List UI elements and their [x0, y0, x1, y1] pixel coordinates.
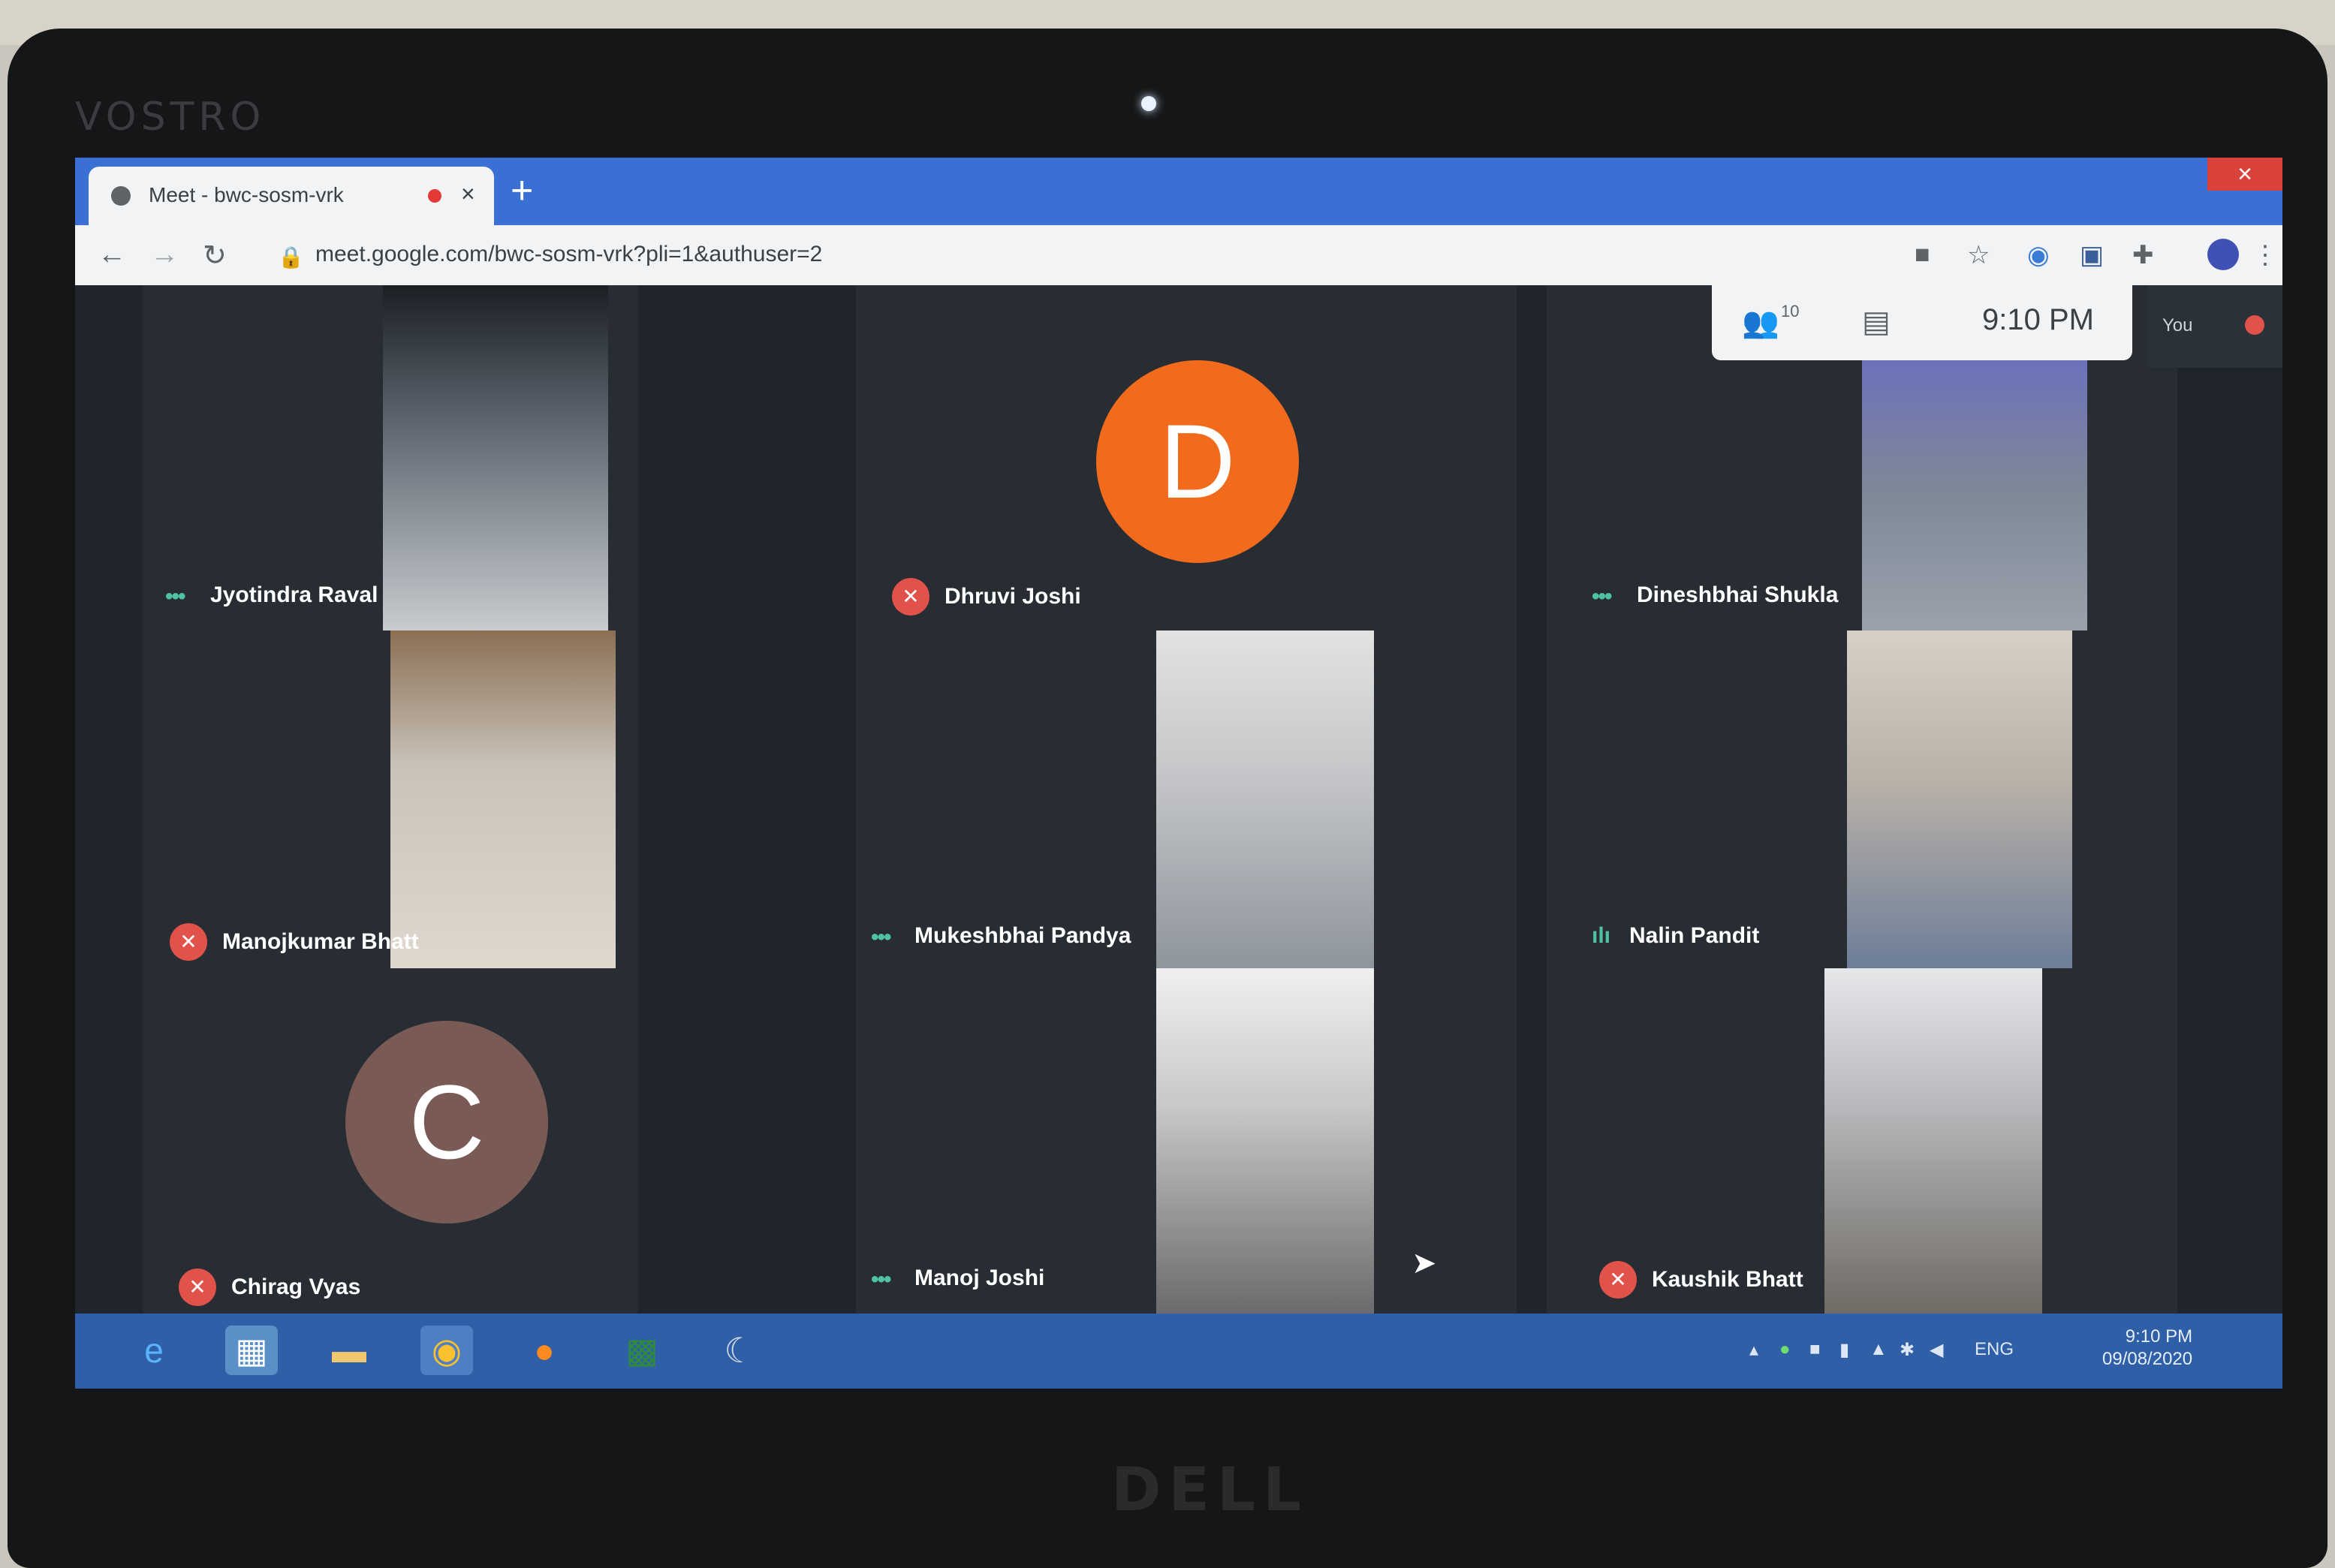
- tray-app-icon[interactable]: ●: [1779, 1339, 1791, 1360]
- mic-off-icon: [2245, 315, 2264, 335]
- mic-off-icon: ✕: [170, 923, 207, 961]
- chrome-icon[interactable]: ◉: [420, 1326, 473, 1375]
- participant-tile[interactable]: D ✕ Dhruvi Joshi: [856, 285, 1517, 631]
- participant-name: Chirag Vyas: [231, 1275, 361, 1299]
- app-icon[interactable]: ☾: [713, 1326, 766, 1375]
- participant-name: Dhruvi Joshi: [945, 584, 1081, 609]
- participant-name: Jyotindra Raval: [210, 582, 378, 607]
- excel-icon[interactable]: ▩: [616, 1326, 668, 1375]
- tab-close-icon[interactable]: ×: [461, 180, 475, 208]
- participant-video: [390, 631, 616, 968]
- speaking-bars-icon: ılı: [1592, 923, 1611, 948]
- participant-tile[interactable]: ✕ Manojkumar Bhatt: [143, 631, 638, 968]
- more-menu-icon[interactable]: ⋮: [2252, 240, 2278, 270]
- mouse-cursor-icon: ➤: [1412, 1247, 1437, 1280]
- participant-tile[interactable]: C ✕ Chirag Vyas: [143, 968, 638, 1314]
- tray-arrow-icon[interactable]: ▴: [1749, 1339, 1758, 1361]
- participant-tile[interactable]: ılı Nalin Pandit: [1547, 631, 2177, 968]
- url-field[interactable]: meet.google.com/bwc-sosm-vrk?pli=1&authu…: [315, 242, 822, 267]
- taskbar-clock[interactable]: 9:10 PM 09/08/2020: [2102, 1326, 2192, 1371]
- webcam-light: [1141, 96, 1156, 111]
- bookmark-star-icon[interactable]: ☆: [1967, 240, 1990, 270]
- participant-tile[interactable]: ✕ Kaushik Bhatt: [1547, 968, 2177, 1314]
- self-label: You: [2162, 315, 2193, 336]
- browser-tab[interactable]: Meet - bwc-sosm-vrk ×: [89, 167, 494, 225]
- camera-icon[interactable]: ■: [1915, 240, 1930, 269]
- dell-logo: DELL: [1111, 1455, 1309, 1524]
- clock-time: 9:10 PM: [2125, 1326, 2193, 1347]
- volume-icon[interactable]: ◀: [1930, 1339, 1943, 1361]
- internet-explorer-icon[interactable]: e: [128, 1326, 180, 1375]
- participant-name: Manoj Joshi: [914, 1266, 1045, 1290]
- participant-video: [1156, 968, 1374, 1314]
- chat-icon[interactable]: ▤: [1862, 305, 1891, 339]
- meeting-time: 9:10 PM: [1982, 303, 2094, 336]
- meet-video-grid: ••• Jyotindra Raval D ✕ Dhruvi Joshi •••…: [75, 285, 2282, 1314]
- participants-count: 10: [1781, 302, 1800, 321]
- participant-video: [1824, 968, 2042, 1314]
- participant-avatar: D: [1096, 360, 1299, 563]
- speaking-dots-icon: •••: [871, 1267, 891, 1292]
- profile-avatar[interactable]: [2207, 239, 2239, 270]
- puzzle-extensions-icon[interactable]: ✚: [2132, 240, 2154, 270]
- vostro-logo: VOSTRO: [75, 95, 266, 140]
- battery-icon[interactable]: ▮: [1839, 1339, 1849, 1361]
- tab-title: Meet - bwc-sosm-vrk: [149, 183, 344, 206]
- participant-tile[interactable]: ••• Mukeshbhai Pandya: [856, 631, 1517, 968]
- participant-name: Nalin Pandit: [1629, 923, 1760, 948]
- participant-name: Dineshbhai Shukla: [1637, 582, 1839, 607]
- extension-icon[interactable]: ▣: [2080, 240, 2104, 270]
- lock-icon[interactable]: 🔒: [278, 245, 304, 269]
- photo-viewer-icon[interactable]: ▦: [225, 1326, 278, 1375]
- recording-indicator-icon: [428, 189, 441, 203]
- speaking-dots-icon: •••: [871, 925, 891, 950]
- participant-tile[interactable]: ••• Jyotindra Raval: [143, 285, 638, 631]
- mic-off-icon: ✕: [179, 1269, 216, 1306]
- participant-name: Kaushik Bhatt: [1652, 1267, 1803, 1292]
- file-explorer-icon[interactable]: ▬: [323, 1326, 375, 1375]
- mic-off-icon: ✕: [1599, 1261, 1637, 1299]
- back-arrow-icon[interactable]: ←: [98, 239, 126, 271]
- bluetooth-icon[interactable]: ✱: [1900, 1339, 1915, 1361]
- window-close-button[interactable]: ×: [2207, 158, 2282, 191]
- laptop-screen: Meet - bwc-sosm-vrk × + × ← → ↻ 🔒 meet.g…: [75, 158, 2282, 1389]
- new-tab-button[interactable]: +: [511, 170, 533, 212]
- participant-video: [383, 285, 608, 631]
- extension-icon[interactable]: ◉: [2027, 240, 2050, 270]
- language-indicator[interactable]: ENG: [1975, 1339, 2014, 1360]
- network-icon[interactable]: ▲: [1870, 1339, 1888, 1360]
- mic-off-icon: ✕: [892, 578, 929, 615]
- browser-tab-bar: Meet - bwc-sosm-vrk × + ×: [75, 158, 2282, 225]
- reload-icon[interactable]: ↻: [203, 239, 227, 272]
- participants-icon[interactable]: 👥: [1742, 305, 1779, 340]
- meet-info-bar: 👥 10 ▤ 9:10 PM: [1712, 285, 2132, 360]
- participant-video: [1862, 345, 2087, 631]
- participant-video: [1847, 631, 2072, 968]
- participant-video: [1156, 631, 1374, 968]
- forward-arrow-icon[interactable]: →: [150, 239, 179, 271]
- participant-avatar: C: [345, 1021, 548, 1223]
- participant-name: Manojkumar Bhatt: [222, 929, 419, 954]
- address-bar: ← → ↻ 🔒 meet.google.com/bwc-sosm-vrk?pli…: [75, 225, 2282, 285]
- meet-favicon-icon: [111, 186, 131, 206]
- self-view-tile[interactable]: You: [2147, 285, 2282, 368]
- firefox-icon[interactable]: ●: [518, 1326, 571, 1375]
- participant-name: Mukeshbhai Pandya: [914, 923, 1131, 948]
- tray-app-icon[interactable]: ■: [1809, 1339, 1821, 1360]
- speaking-dots-icon: •••: [1592, 584, 1612, 609]
- clock-date: 09/08/2020: [2102, 1349, 2193, 1369]
- windows-taskbar: e ▦ ▬ ◉ ● ▩ ☾ ▴ ● ■ ▮ ▲ ✱ ◀ ENG 9:10 PM …: [75, 1314, 2282, 1389]
- speaking-dots-icon: •••: [165, 584, 185, 609]
